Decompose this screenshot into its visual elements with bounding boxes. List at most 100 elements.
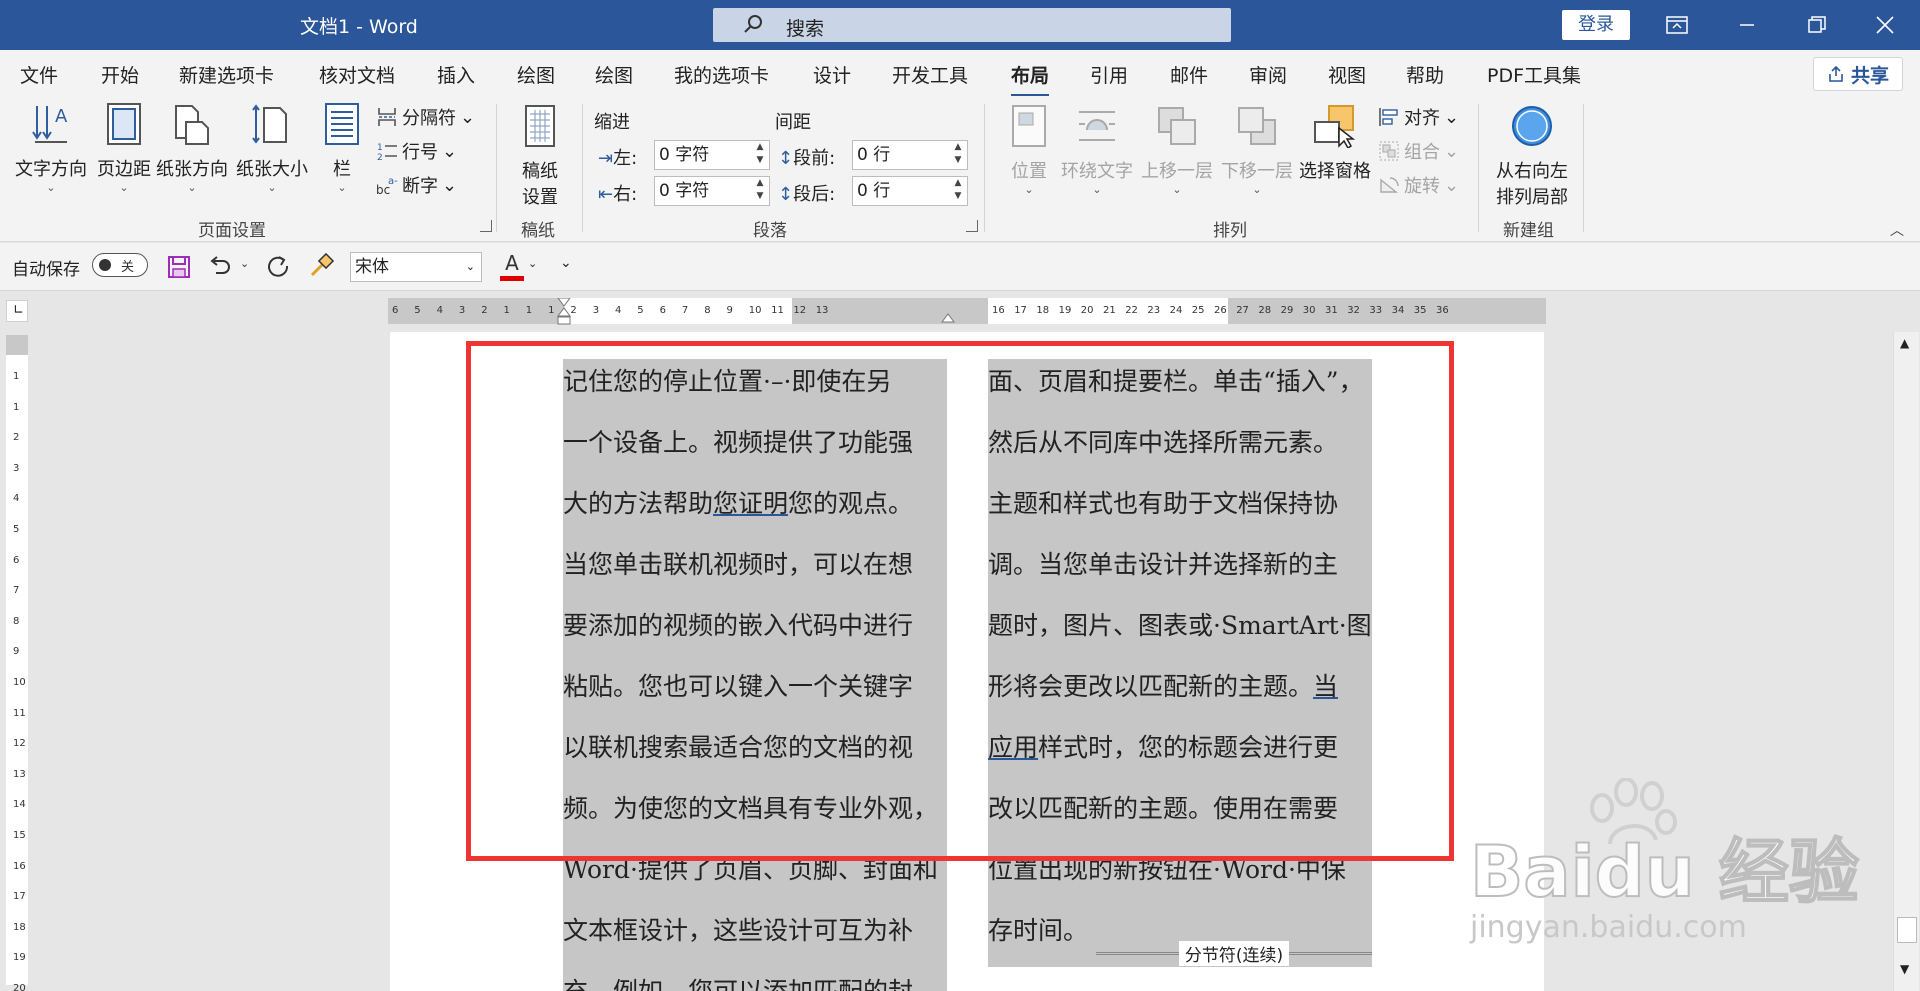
manuscript-group-label: 稿纸 (521, 221, 555, 241)
size-button[interactable]: 纸张大小 ⌄ (234, 102, 310, 195)
text-direction-button[interactable]: A 文字方向 ⌄ (12, 102, 90, 195)
indent-right-input[interactable]: 0 字符 ▲ ▼ (654, 176, 770, 206)
text-line[interactable]: 充。例如，您可以添加匹配的封 (563, 969, 947, 991)
ruler-tick-label: 1 (503, 305, 510, 316)
tab-design[interactable]: 设计 (813, 61, 851, 88)
ruler-tick-label: 6 (659, 305, 666, 316)
collapse-ribbon-button[interactable]: ︿ (1890, 220, 1904, 240)
ruler-tick-label: 19 (13, 952, 26, 964)
indent-marker-icon[interactable] (556, 298, 572, 326)
text-segment: 存时间。 (988, 916, 1089, 945)
group-objects-button[interactable]: 组合 ⌄ (1378, 138, 1459, 164)
right-indent-marker-icon[interactable] (940, 306, 956, 324)
tab-selector[interactable]: ∟ (6, 300, 28, 322)
tab-home[interactable]: 开始 (101, 61, 139, 88)
text-line[interactable]: 文本框设计，这些设计可互为补 (563, 908, 947, 969)
redo-icon[interactable] (266, 254, 290, 278)
hyphenation-button[interactable]: bc a- 断字 ⌄ (376, 172, 457, 198)
tab-review[interactable]: 审阅 (1249, 61, 1287, 88)
tab-new-tab[interactable]: 新建选项卡 (179, 61, 274, 88)
wrap-text-button[interactable]: 环绕文字 ⌄ (1060, 104, 1134, 197)
autosave-label: 自动保存 (12, 260, 80, 280)
manuscript-icon (525, 105, 555, 147)
tab-view[interactable]: 视图 (1328, 61, 1366, 88)
font-name-select[interactable]: 宋体 ⌄ (350, 252, 482, 282)
svg-text:A: A (55, 106, 68, 127)
tab-draw-1[interactable]: 绘图 (517, 61, 555, 88)
paragraph-dialog-launcher[interactable] (966, 220, 978, 232)
share-button[interactable]: 共享 (1813, 57, 1903, 91)
ruler-tick-label: 12 (793, 305, 807, 316)
align-icon (1379, 108, 1398, 126)
ribbon-display-options-button[interactable] (1647, 0, 1707, 50)
columns-button[interactable]: 栏 ⌄ (320, 102, 364, 195)
page-setup-group-label: 页面设置 (198, 221, 266, 241)
tab-insert[interactable]: 插入 (437, 61, 475, 88)
login-button[interactable]: 登录 (1562, 10, 1630, 40)
position-button[interactable]: 位置 ⌄ (1004, 104, 1054, 197)
send-backward-button[interactable]: 下移一层 ⌄ (1220, 104, 1294, 197)
undo-icon[interactable] (208, 255, 232, 279)
tab-draw-2[interactable]: 绘图 (595, 61, 633, 88)
selection-pane-button[interactable]: 选择窗格 (1298, 104, 1372, 183)
minimize-button[interactable] (1717, 0, 1777, 50)
tab-layout[interactable]: 布局 (1011, 61, 1050, 97)
vertical-ruler[interactable]: 1 1 2 3 4 5 6 7 8 9 10 11 12 13 14 15 16 17 18 19 20 (6, 335, 28, 991)
text-segment: 充。例如，您可以添加匹配的封 (563, 977, 913, 991)
align-button[interactable]: 对齐 ⌄ (1378, 104, 1459, 130)
scroll-down-icon[interactable]: ▼ (1900, 962, 1909, 976)
close-button[interactable] (1855, 0, 1915, 50)
text-direction-label: 文字方向 (15, 159, 87, 180)
page-size-icon (252, 104, 287, 144)
tab-help[interactable]: 帮助 (1406, 61, 1444, 88)
spin-arrows-icon[interactable]: ▲ ▼ (951, 141, 965, 169)
chevron-down-icon: ⌄ (1444, 140, 1460, 162)
line-numbers-button[interactable]: 12 行号 ⌄ (376, 138, 457, 164)
chevron-down-icon[interactable]: ⌄ (240, 257, 249, 270)
restore-button[interactable] (1787, 0, 1847, 50)
tab-references[interactable]: 引用 (1090, 61, 1128, 88)
ruler-tick-label: 5 (13, 524, 20, 535)
ruler-tick-label: 36 (1436, 305, 1449, 316)
autosave-toggle[interactable]: 关 (92, 253, 148, 277)
horizontal-ruler[interactable]: 6 5 4 3 2 1 1 1 2 3 4 5 6 7 8 9 10 11 12 13 16 17 18 19 20 21 22 2… (388, 298, 1546, 326)
ruler-tick-label: 28 (1258, 305, 1272, 316)
tab-review-doc[interactable]: 核对文档 (319, 61, 395, 88)
position-icon (1012, 105, 1046, 147)
spin-arrows-icon[interactable]: ▲ ▼ (753, 177, 767, 205)
indent-right-label: ⇤右: (598, 184, 638, 205)
svg-text:2: 2 (377, 153, 383, 162)
svg-text:1: 1 (377, 143, 383, 153)
tab-mailings[interactable]: 邮件 (1170, 61, 1208, 88)
spin-arrows-icon[interactable]: ▲ ▼ (951, 177, 965, 205)
rtl-arrange-button[interactable]: 从右向左 排列局部 (1490, 104, 1574, 209)
search-box[interactable]: 搜索 (713, 8, 1231, 42)
orientation-button[interactable]: 纸张方向 ⌄ (156, 102, 228, 195)
font-color-button[interactable]: A (500, 251, 524, 281)
bring-forward-button[interactable]: 上移一层 ⌄ (1140, 104, 1214, 197)
rotate-button[interactable]: 旋转 ⌄ (1378, 172, 1459, 198)
customize-toolbar-icon[interactable]: ⌄ (560, 255, 572, 271)
spin-arrows-icon[interactable]: ▲ ▼ (753, 141, 767, 169)
save-icon[interactable] (168, 256, 190, 278)
spacing-before-input[interactable]: 0 行 ▲ ▼ (852, 140, 968, 170)
send-backward-label: 下移一层 (1221, 161, 1293, 182)
spacing-after-icon: ↕ (778, 184, 794, 205)
minimize-icon (1740, 24, 1754, 26)
scroll-up-icon[interactable]: ▲ (1900, 336, 1909, 350)
format-painter-icon[interactable] (308, 253, 334, 279)
page-setup-dialog-launcher[interactable] (480, 220, 492, 232)
chevron-down-icon: ⌄ (442, 140, 458, 162)
tab-my-tab[interactable]: 我的选项卡 (674, 61, 769, 88)
breaks-button[interactable]: 分隔符 ⌄ (376, 104, 475, 130)
ruler-tick-label: 10 (13, 677, 26, 688)
manuscript-settings-button[interactable]: 稿纸 设置 (510, 104, 570, 209)
indent-left-input[interactable]: 0 字符 ▲ ▼ (654, 140, 770, 170)
margins-button[interactable]: 页边距 ⌄ (94, 102, 154, 195)
tab-file[interactable]: 文件 (20, 61, 58, 88)
ruler-tick-label: 8 (13, 615, 20, 627)
spacing-after-input[interactable]: 0 行 ▲ ▼ (852, 176, 968, 206)
chevron-down-icon[interactable]: ⌄ (528, 257, 537, 270)
tab-developer[interactable]: 开发工具 (892, 61, 968, 88)
tab-pdf-tools[interactable]: PDF工具集 (1487, 61, 1581, 88)
